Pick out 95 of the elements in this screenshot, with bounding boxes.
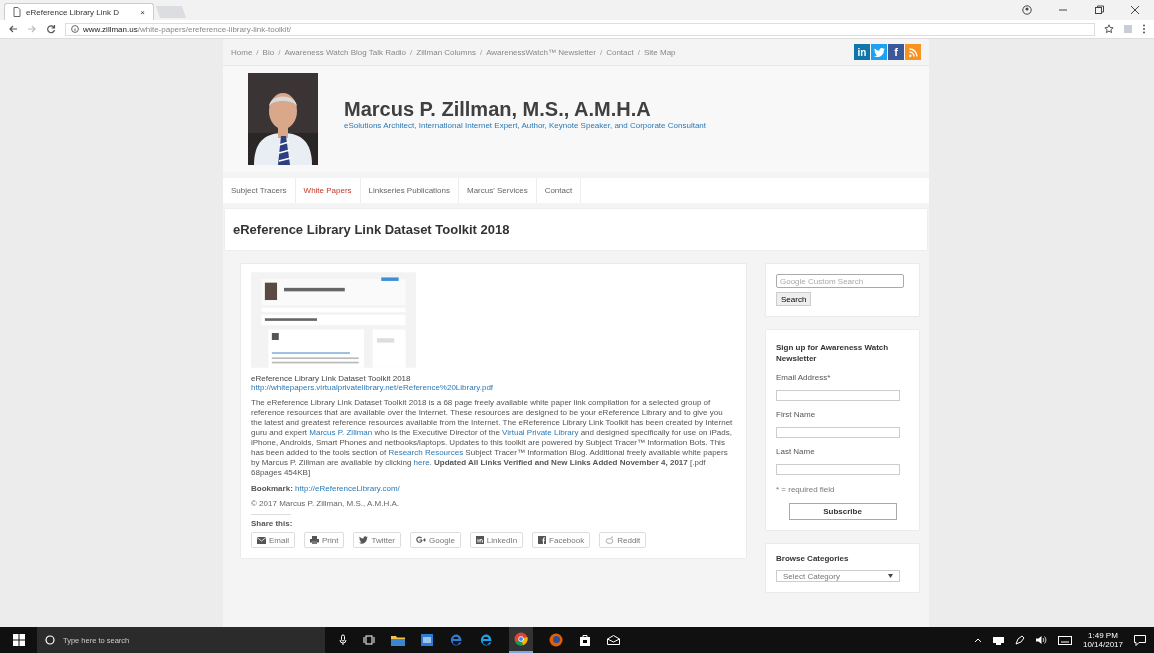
- share-facebook-button[interactable]: Facebook: [532, 532, 591, 548]
- separator: /: [479, 47, 483, 57]
- field-label: Email Address*: [776, 373, 831, 382]
- bird-icon: [359, 536, 369, 544]
- nav-item[interactable]: Marcus' Services: [459, 178, 537, 203]
- bird-icon: [873, 47, 885, 57]
- speaker-icon[interactable]: [1035, 635, 1047, 645]
- search-button[interactable]: Search: [776, 292, 812, 306]
- separator: /: [410, 47, 413, 57]
- required-note: * = required field: [776, 485, 835, 494]
- address-bar[interactable]: www.zillman.us/white-papers/ereference-library-link-toolkit/: [65, 22, 1095, 36]
- top-menu-link[interactable]: Awareness Watch Blog Talk Radio: [284, 47, 407, 57]
- nav-item[interactable]: Subject Tracers: [223, 178, 296, 203]
- store-bag-icon[interactable]: [579, 634, 591, 646]
- google-plus-icon: [416, 536, 427, 544]
- ie-browser-icon[interactable]: [479, 633, 493, 647]
- share-reddit-button[interactable]: Reddit: [599, 532, 647, 548]
- back-icon[interactable]: [8, 24, 18, 34]
- inline-link[interactable]: Research Resources: [388, 448, 464, 457]
- chrome-icon[interactable]: [514, 632, 528, 646]
- firefox-icon[interactable]: [549, 633, 563, 647]
- folder-icon[interactable]: [391, 634, 405, 646]
- share-email-button[interactable]: Email: [251, 532, 295, 548]
- widget-title: Browse Categories: [776, 553, 849, 564]
- browser-tab[interactable]: eReference Library Link D ×: [4, 3, 154, 20]
- share-twitter-button[interactable]: Twitter: [353, 532, 402, 548]
- pdf-link[interactable]: http://whitepapers.virtualprivatelibrary.net/eReference%20Library.pdf: [251, 383, 494, 392]
- nav-item[interactable]: White Papers: [295, 178, 361, 203]
- account-icon[interactable]: [1022, 5, 1032, 15]
- info-icon: [71, 25, 79, 33]
- caret-icon: [888, 574, 893, 578]
- star-icon[interactable]: [1104, 24, 1114, 34]
- subscribe-button[interactable]: Subscribe: [788, 503, 897, 520]
- top-menu-link[interactable]: AwarenessWatch™ Newsletter: [486, 47, 596, 57]
- widget-title: Sign up for Awareness Watch Newsletter: [776, 342, 890, 364]
- bookmark-link[interactable]: http://eReferenceLibrary.com/: [295, 484, 400, 493]
- printer-icon: [310, 536, 319, 544]
- menu-icon[interactable]: [1142, 24, 1146, 34]
- article-caption: eReference Library Link Dataset Toolkit 2018: [251, 374, 412, 383]
- network-icon[interactable]: [992, 635, 1004, 645]
- windows-start-icon[interactable]: [13, 634, 25, 646]
- share-print-button[interactable]: Print: [304, 532, 345, 548]
- search-field[interactable]: Google Custom Search: [776, 274, 904, 288]
- pen-icon[interactable]: [1014, 635, 1025, 645]
- social-button[interactable]: [871, 44, 887, 60]
- search-icon: [45, 635, 55, 645]
- site-tagline: eSolutions Architect, International Internet Expert, Author, Keynote Speaker, and Corporate Consultant: [344, 121, 706, 130]
- chevron-up-icon[interactable]: [973, 637, 982, 643]
- page-icon: [13, 7, 21, 17]
- share-linkedin-button[interactable]: LinkedIn: [469, 532, 524, 548]
- site-title: Marcus P. Zillman, M.S., A.M.H.A: [344, 98, 652, 121]
- inline-link[interactable]: here: [413, 458, 430, 467]
- clock-date: 10/14/2017: [1082, 640, 1123, 649]
- top-menu-link[interactable]: Home: [231, 47, 253, 57]
- copyright-text: © 2017 Marcus P. Zillman, M.S., A.M.H.A.: [251, 499, 400, 508]
- rss-icon: [908, 47, 918, 57]
- field-label: First Name: [776, 410, 816, 419]
- task-view-icon[interactable]: [363, 635, 375, 645]
- facebook-icon: [538, 536, 547, 544]
- keyboard-icon[interactable]: [1057, 635, 1072, 645]
- maximize-icon[interactable]: [1094, 5, 1104, 15]
- alien-icon: [605, 536, 615, 544]
- linkedin-icon: [475, 536, 484, 544]
- category-dropdown[interactable]: Select Category: [776, 570, 900, 582]
- separator: /: [599, 47, 603, 57]
- inline-link[interactable]: Marcus P. Zillman: [309, 428, 373, 437]
- envelope-icon: [257, 536, 266, 544]
- social-button[interactable]: in: [854, 44, 870, 60]
- social-button[interactable]: f: [888, 44, 904, 60]
- separator: /: [256, 47, 259, 57]
- clock-time: 1:49 PM: [1088, 631, 1118, 640]
- nav-item[interactable]: Linkseries Publications: [360, 178, 459, 203]
- top-menu-link[interactable]: Zillman Columns: [416, 47, 476, 57]
- input-field[interactable]: [776, 390, 900, 401]
- article-paragraph: The eReference Library Link Dataset Toolkit 2018 is a 68 page freely available white paper link compilation for a selected group of reference resources that are available over the Internet. These resources are designed to be your eReference Library and to give you the latest and greatest reference resources available from the Internet. The eReference Library Link Toolkit has been created by Internet guru and expert Marcus P. Zillman who is the Executive Director of the Virtual Private Library and designed specifically for use on iPads, iPhone, Androids, Smart Phones and netbooks/laptops. Updates to this toolkit are powered by Subject Tracer™ Information Bots. This has been added to the tools section of Research Resources Subject Tracer™ Information Blog. Additional freely available white papers by Marcus P. Zillman are available by clicking here. Updated All Links Verified and New Links Added November 4, 2017 [.pdf 68pages 454KB]: [251, 398, 734, 478]
- inline-link[interactable]: Virtual Private Library: [502, 428, 579, 437]
- nav-item[interactable]: Contact: [536, 178, 582, 203]
- top-menu-link[interactable]: Bio: [262, 47, 275, 57]
- mail-icon[interactable]: [607, 635, 620, 645]
- edge-browser-icon[interactable]: [449, 633, 463, 647]
- reload-icon[interactable]: [46, 24, 56, 34]
- microphone-icon[interactable]: [339, 634, 347, 646]
- separator: /: [278, 47, 281, 57]
- page-title: eReference Library Link Dataset Toolkit 2018: [233, 222, 510, 237]
- input-field[interactable]: [776, 427, 900, 438]
- share-heading: Share this:: [251, 519, 294, 528]
- separator: /: [637, 47, 640, 57]
- input-field[interactable]: [776, 464, 900, 475]
- top-menu-link[interactable]: Contact: [606, 47, 634, 57]
- field-label: Last Name: [776, 447, 815, 456]
- notification-icon[interactable]: [1134, 634, 1146, 646]
- bookmark-label: Bookmark:: [251, 484, 293, 493]
- share-google-button[interactable]: Google: [410, 532, 461, 548]
- close-icon[interactable]: [1130, 5, 1140, 15]
- top-menu-link[interactable]: Site Map: [644, 47, 676, 57]
